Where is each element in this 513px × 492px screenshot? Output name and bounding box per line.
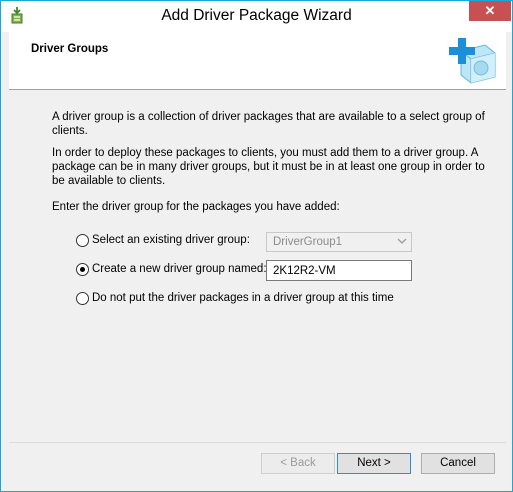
instructions-paragraph: In order to deploy these packages to cli… [52, 147, 485, 187]
wizard-body: A driver group is a collection of driver… [9, 91, 506, 441]
cancel-button[interactable]: Cancel [421, 453, 495, 474]
no-group-label[interactable]: Do not put the driver packages in a driv… [92, 292, 394, 304]
driver-package-icon [449, 38, 496, 84]
prompt-text: Enter the driver group for the packages … [52, 201, 340, 213]
window-title: Add Driver Package Wizard [161, 7, 352, 24]
new-group-radio[interactable] [76, 263, 89, 276]
title-bar[interactable]: Add Driver Package Wizard ✕ [1, 1, 512, 32]
page-title: Driver Groups [31, 43, 109, 55]
description-paragraph: A driver group is a collection of driver… [52, 111, 485, 137]
footer-divider [9, 442, 506, 443]
existing-group-dropdown[interactable]: DriverGroup1 [266, 232, 412, 252]
close-button[interactable]: ✕ [469, 1, 511, 21]
existing-group-label[interactable]: Select an existing driver group: [92, 234, 250, 246]
existing-group-radio[interactable] [76, 234, 89, 247]
wizard-header: Driver Groups [9, 32, 506, 90]
new-group-label[interactable]: Create a new driver group named: [92, 263, 267, 275]
back-button[interactable]: < Back [261, 453, 335, 474]
next-button[interactable]: Next > [337, 453, 411, 474]
existing-group-value: DriverGroup1 [273, 236, 343, 248]
chevron-down-icon [397, 236, 407, 246]
wizard-window: Add Driver Package Wizard ✕ Driver Group… [0, 0, 513, 492]
new-group-name-input[interactable] [266, 260, 412, 281]
no-group-radio[interactable] [76, 292, 89, 305]
